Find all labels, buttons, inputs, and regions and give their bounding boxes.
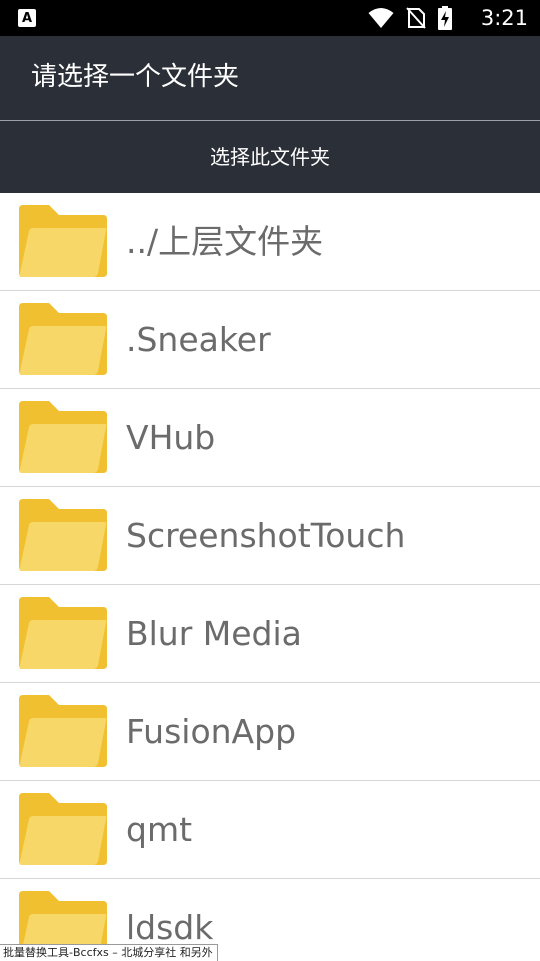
status-icons [368,6,452,30]
title-bar: 请选择一个文件夹 [0,36,540,120]
page-title: 请选择一个文件夹 [31,62,240,92]
folder-icon [19,205,107,277]
list-item[interactable]: ScreenshotTouch [0,487,540,585]
wifi-icon [368,8,394,28]
list-item[interactable]: qmt [0,781,540,879]
folder-icon [19,793,107,865]
folder-name: ../上层文件夹 [126,222,324,261]
notification-toast[interactable]: 批量替换工具-Bccfxs – 北城分享社 和另外 [0,944,218,961]
folder-icon [19,499,107,571]
no-sim-icon [406,7,426,29]
list-item[interactable]: Blur Media [0,585,540,683]
folder-name: ldsdk [126,908,214,947]
app-notification-icon: A [18,9,36,27]
folder-icon [19,597,107,669]
status-time: 3:21 [480,6,528,30]
status-bar: A 3:21 [0,0,540,36]
battery-charging-icon [438,6,452,30]
list-item[interactable]: FusionApp [0,683,540,781]
list-item[interactable]: .Sneaker [0,291,540,389]
select-folder-button[interactable]: 选择此文件夹 [0,121,540,193]
folder-name: FusionApp [126,712,297,751]
folder-name: .Sneaker [126,320,271,359]
folder-list[interactable]: ../上层文件夹 .Sneaker VHub ScreenshotTouch B… [0,193,540,960]
folder-name: ScreenshotTouch [126,516,406,555]
app-notification-letter: A [21,10,33,26]
folder-name: Blur Media [126,614,302,653]
folder-icon [19,401,107,473]
select-folder-label: 选择此文件夹 [210,145,330,169]
folder-name: VHub [126,418,216,457]
list-item[interactable]: ../上层文件夹 [0,193,540,291]
folder-icon [19,695,107,767]
list-item[interactable]: VHub [0,389,540,487]
folder-name: qmt [126,810,193,849]
folder-icon [19,303,107,375]
